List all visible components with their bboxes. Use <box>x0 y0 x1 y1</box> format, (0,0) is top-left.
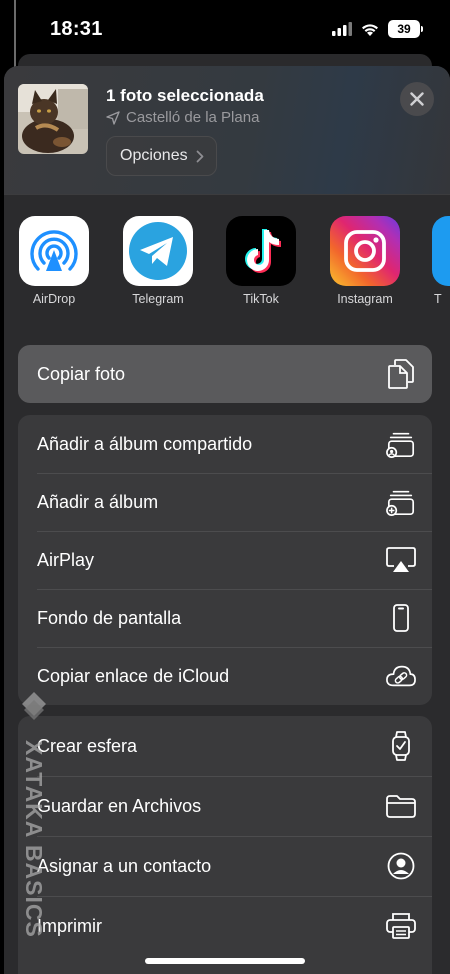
options-label: Opciones <box>120 147 188 164</box>
save-to-files-label: Guardar en Archivos <box>37 795 202 816</box>
selection-title: 1 foto seleccionada <box>106 86 264 105</box>
wallpaper-row[interactable]: Fondo de pantalla <box>18 589 432 647</box>
tiktok-icon <box>226 216 296 286</box>
copy-group: Copiar foto <box>18 345 432 403</box>
share-sheet-header: 1 foto seleccionada Castelló de la Plana… <box>4 66 450 195</box>
watch-icon <box>386 731 416 761</box>
app-twitter[interactable]: T <box>432 216 450 306</box>
app-label-telegram: Telegram <box>132 292 184 306</box>
shared-album-icon <box>386 429 416 459</box>
print-row[interactable]: Imprimir <box>18 896 432 956</box>
copy-photo-label: Copiar foto <box>37 363 126 384</box>
phone-icon <box>386 603 416 633</box>
chevron-right-icon <box>196 150 203 162</box>
watermark-text: XATAKA BASICS <box>21 740 47 938</box>
twitter-icon <box>432 216 450 286</box>
folder-icon <box>386 791 416 821</box>
battery-level: 39 <box>397 22 411 36</box>
app-label-tiktok: TikTok <box>243 292 279 306</box>
album-actions-group: Añadir a álbum compartido Añadir a álbum <box>18 415 432 705</box>
assign-to-contact-row[interactable]: Asignar a un contacto <box>18 836 432 896</box>
add-album-label: Añadir a álbum <box>37 491 159 512</box>
photo-thumbnail[interactable] <box>18 84 88 154</box>
airplay-label: AirPlay <box>37 549 95 570</box>
app-telegram[interactable]: Telegram <box>123 216 193 306</box>
app-label-instagram: Instagram <box>337 292 393 306</box>
share-sheet: 1 foto seleccionada Castelló de la Plana… <box>4 66 450 974</box>
close-icon <box>410 92 424 106</box>
app-tiktok[interactable]: TikTok <box>226 216 296 306</box>
add-shared-album-label: Añadir a álbum compartido <box>37 433 253 454</box>
watermark-logo <box>22 692 46 720</box>
airdrop-icon <box>19 216 89 286</box>
copy-icloud-link-label: Copiar enlace de iCloud <box>37 665 230 686</box>
assign-to-contact-label: Asignar a un contacto <box>37 855 212 876</box>
add-album-row[interactable]: Añadir a álbum <box>18 473 432 531</box>
telegram-icon <box>123 216 193 286</box>
location-text: Castelló de la Plana <box>126 109 260 126</box>
copy-icloud-link-row[interactable]: Copiar enlace de iCloud <box>18 647 432 705</box>
home-indicator[interactable] <box>145 958 305 964</box>
instagram-icon <box>330 216 400 286</box>
location-arrow-icon <box>106 110 120 125</box>
status-time: 18:31 <box>50 18 103 40</box>
status-icons: 39 <box>332 20 423 38</box>
create-watch-face-row[interactable]: Crear esfera <box>18 716 432 776</box>
airplay-row[interactable]: AirPlay <box>18 531 432 589</box>
signal-icon <box>332 22 352 36</box>
add-shared-album-row[interactable]: Añadir a álbum compartido <box>18 415 432 473</box>
app-label-twitter: T <box>434 292 442 306</box>
options-button[interactable]: Opciones <box>106 136 217 176</box>
wifi-icon <box>362 23 378 36</box>
cloud-link-icon <box>386 661 416 691</box>
copy-icon <box>386 359 416 389</box>
add-album-icon <box>386 487 416 517</box>
close-button[interactable] <box>400 82 434 116</box>
wallpaper-label: Fondo de pantalla <box>37 607 182 628</box>
apps-row: AirDrop Telegram TikTok Instagram T <box>4 216 450 316</box>
more-actions-group: Crear esfera Guardar en Archivos Asignar… <box>18 716 432 974</box>
printer-icon <box>386 911 416 941</box>
app-instagram[interactable]: Instagram <box>330 216 400 306</box>
airplay-icon <box>386 545 416 575</box>
status-bar: 18:31 39 <box>0 0 450 60</box>
contact-icon <box>386 851 416 881</box>
app-label-airdrop: AirDrop <box>32 292 76 306</box>
battery-indicator: 39 <box>388 20 423 38</box>
save-to-files-row[interactable]: Guardar en Archivos <box>18 776 432 836</box>
location-line: Castelló de la Plana <box>106 109 259 126</box>
copy-photo-row[interactable]: Copiar foto <box>18 345 432 403</box>
app-airdrop[interactable]: AirDrop <box>19 216 89 306</box>
